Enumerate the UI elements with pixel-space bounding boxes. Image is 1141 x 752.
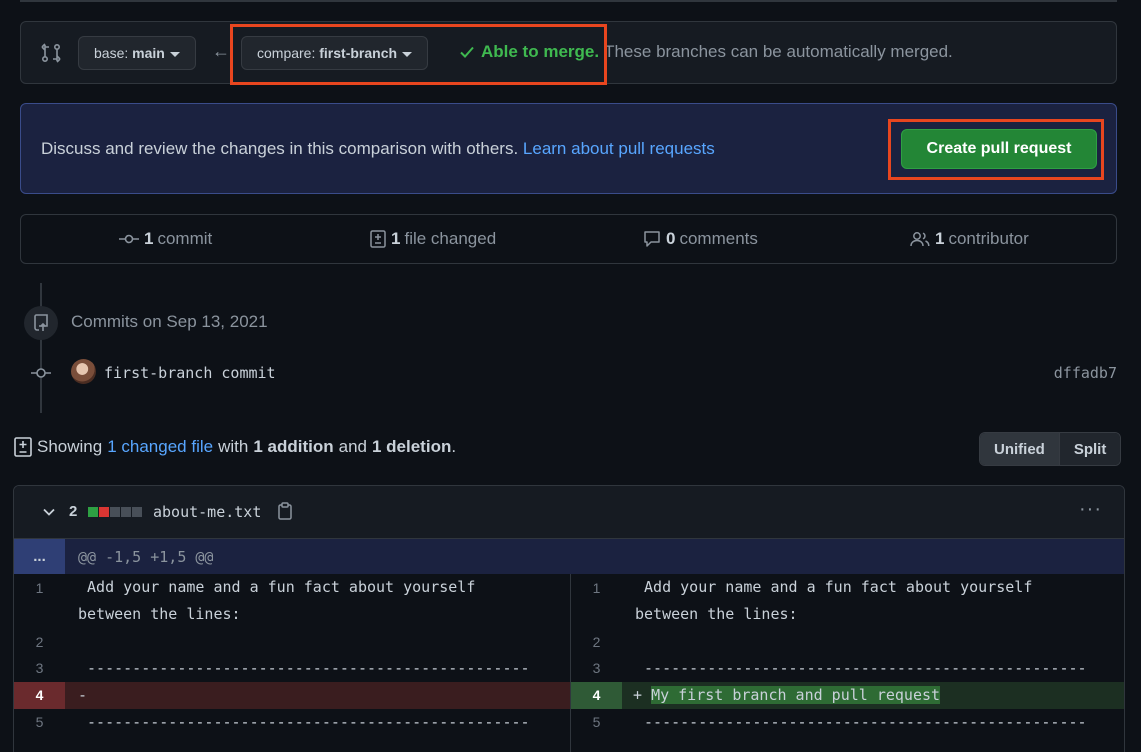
line-number[interactable]: 4: [571, 687, 622, 703]
split-view-button[interactable]: Split: [1059, 433, 1121, 465]
additions-count: 1 addition: [253, 437, 334, 456]
comment-icon: [644, 231, 660, 247]
added-text: My first branch and pull request: [651, 686, 941, 704]
comparison-stats: 1 commit 1 file changed 0 comments 1 contrib…: [20, 214, 1117, 264]
line-number[interactable]: 1: [571, 580, 622, 596]
line-number[interactable]: 2: [571, 634, 622, 650]
line-number[interactable]: 5: [14, 714, 65, 730]
diff-view-toggle: Unified Split: [979, 432, 1122, 466]
line-number[interactable]: 5: [571, 714, 622, 730]
people-icon: [910, 232, 930, 247]
changed-files-link[interactable]: 1 changed file: [107, 437, 213, 457]
avatar[interactable]: [71, 359, 96, 384]
diff-row: 3 --------------------------------------…: [571, 654, 1124, 682]
diffstat-bar: [88, 507, 142, 517]
highlight-box-compare: [230, 24, 607, 85]
banner-text: Discuss and review the changes in this c…: [41, 139, 715, 159]
diffstat-add-block: [88, 507, 98, 517]
diffstat-neutral-block: [132, 507, 142, 517]
commits-count: 1: [144, 229, 154, 248]
hunk-header-text: @@ -1,5 +1,5 @@: [78, 548, 214, 566]
merge-description: These branches can be automatically merg…: [604, 42, 953, 61]
commits-date-heading: Commits on Sep 13, 2021: [71, 312, 268, 331]
stat-comments[interactable]: 0 comments: [643, 229, 758, 249]
code-line: + My first branch and pull request: [633, 682, 941, 709]
arrow-left-icon: ←: [212, 41, 230, 61]
showing-prefix: Showing: [37, 437, 103, 456]
commit-node-icon: [31, 368, 51, 378]
chevron-down-icon[interactable]: [42, 505, 56, 519]
commit-sha-link[interactable]: dffadb7: [1054, 364, 1117, 382]
diff-row: 2: [571, 628, 1124, 654]
commits-label: commit: [157, 229, 213, 248]
code-line: Add your name and a fun fact about yours…: [635, 578, 1033, 623]
commit-icon: [119, 234, 139, 244]
deletions-count: 1 deletion: [371, 437, 452, 456]
diff-right-side: 1 Add your name and a fun fact about you…: [570, 574, 1124, 752]
diff-row-deletion: 4 -: [14, 682, 570, 709]
expand-hunk-button[interactable]: ...: [14, 539, 65, 574]
unified-view-button[interactable]: Unified: [980, 433, 1060, 465]
caret-down-icon: [169, 51, 180, 57]
diffstat-neutral-block: [110, 507, 120, 517]
file-change-count: 2: [69, 503, 78, 520]
learn-pull-requests-link[interactable]: Learn about pull requests: [523, 139, 715, 158]
diff-row: 1 Add your name and a fun fact about you…: [571, 574, 1124, 628]
file-diff-icon: [370, 230, 386, 248]
stat-files[interactable]: 1 file changed: [370, 229, 496, 249]
addition-marker: +: [633, 686, 643, 704]
diff-row-addition: 4 + My first branch and pull request: [571, 682, 1124, 709]
comments-label: comments: [679, 229, 758, 248]
copy-path-icon[interactable]: [277, 502, 293, 520]
line-number[interactable]: 2: [14, 634, 65, 650]
commit-message-link[interactable]: first-branch commit: [104, 364, 276, 382]
compare-arrows-icon: [41, 43, 61, 63]
showing-with: with: [218, 437, 249, 456]
hunk-header: ... @@ -1,5 +1,5 @@: [14, 539, 1124, 574]
line-number[interactable]: 3: [14, 660, 65, 676]
showing-summary: Showing 1 changed file with 1 addition a…: [14, 437, 456, 457]
repo-push-icon: [34, 314, 48, 331]
showing-suffix: .: [451, 437, 457, 456]
diff-row: 3 --------------------------------------…: [14, 654, 570, 682]
file-diff-icon: [14, 437, 32, 457]
contributors-count: 1: [935, 229, 945, 248]
showing-and: and: [338, 437, 367, 456]
code-line: ----------------------------------------…: [635, 659, 1087, 677]
kebab-menu-icon[interactable]: ···: [1079, 498, 1102, 521]
diff-row: 5 --------------------------------------…: [14, 709, 570, 737]
code-line: Add your name and a fun fact about yours…: [78, 578, 476, 623]
file-header: 2 about-me.txt ···: [14, 486, 1124, 539]
file-name[interactable]: about-me.txt: [153, 503, 261, 521]
code-line: ----------------------------------------…: [78, 659, 530, 677]
top-divider: [20, 0, 1117, 2]
base-label: base:: [94, 45, 129, 61]
diff-row: 1 Add your name and a fun fact about you…: [14, 574, 570, 628]
code-line: ----------------------------------------…: [635, 713, 1087, 731]
diff-file: 2 about-me.txt ··· ... @@ -1,5 +1,5 @@ 1…: [13, 485, 1125, 752]
diff-row: 2: [14, 628, 570, 654]
diff-row: 5 --------------------------------------…: [571, 709, 1124, 737]
code-line: ----------------------------------------…: [78, 713, 530, 731]
base-branch-select[interactable]: base: main: [78, 36, 196, 70]
line-number[interactable]: 4: [14, 687, 65, 703]
code-line: -: [78, 686, 88, 704]
line-number[interactable]: 3: [571, 660, 622, 676]
base-branch-value: main: [132, 45, 165, 61]
stat-contributors[interactable]: 1 contributor: [910, 229, 1029, 249]
files-label: file changed: [404, 229, 497, 248]
contributors-label: contributor: [948, 229, 1029, 248]
diffstat-del-block: [99, 507, 109, 517]
stat-commits[interactable]: 1 commit: [119, 229, 212, 249]
highlight-box-create: [888, 119, 1104, 180]
timeline-line: [40, 283, 42, 413]
comments-count: 0: [666, 229, 676, 248]
timeline-badge: [24, 306, 58, 340]
diffstat-neutral-block: [121, 507, 131, 517]
line-number[interactable]: 1: [14, 580, 65, 596]
banner-description: Discuss and review the changes in this c…: [41, 139, 519, 158]
diff-left-side: 1 Add your name and a fun fact about you…: [14, 574, 570, 752]
files-count: 1: [391, 229, 401, 248]
